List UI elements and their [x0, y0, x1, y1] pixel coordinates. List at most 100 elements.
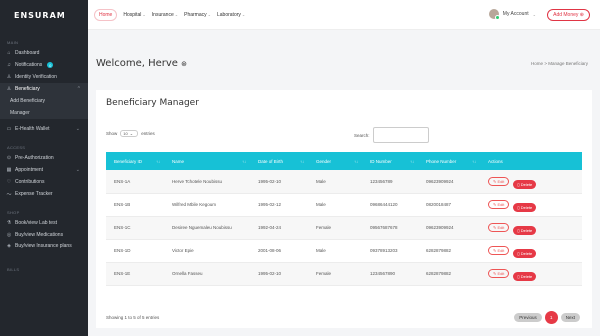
sidebar-item-add-beneficiary[interactable]: Add Beneficiary	[0, 95, 88, 107]
beneficiary-submenu: Add Beneficiary Manager	[0, 95, 88, 119]
sidebar-item-label: Beneficiary	[15, 86, 40, 92]
cell-actions: ✎ Edit▯ Delete	[480, 239, 582, 263]
edit-button[interactable]: ✎ Edit	[488, 269, 510, 278]
cell-dob: 2001-08-06	[250, 239, 308, 263]
nav-label: Insurance	[151, 11, 174, 18]
chevron-down-icon: ⌄	[532, 11, 536, 17]
cell-actions: ✎ Edit▯ Delete	[480, 170, 582, 194]
delete-button[interactable]: ▯ Delete	[513, 272, 537, 281]
edit-label: Edit	[497, 248, 505, 253]
table-header-row: Beneficiary ID ↑↓ Name ↑↓ Date of Birth ↑↓ …	[106, 152, 582, 170]
sidebar-item-manager[interactable]: Manager	[0, 107, 88, 119]
delete-button[interactable]: ▯ Delete	[513, 226, 537, 235]
breadcrumb-home[interactable]: Home	[531, 61, 543, 66]
chart-icon: 〜	[6, 191, 12, 198]
top-navbar: Home Hospital⌄ Insurance⌄ Pharmacy⌄ Labo…	[88, 0, 600, 30]
sidebar-item-contributions[interactable]: ♡ Contributions	[0, 176, 88, 188]
edit-button[interactable]: ✎ Edit	[488, 246, 510, 255]
col-beneficiary-id[interactable]: Beneficiary ID ↑↓	[106, 152, 164, 170]
trash-icon: ▯	[517, 228, 520, 233]
welcome-text: Welcome, Herve	[96, 58, 178, 69]
chevron-down-icon: ⌄	[75, 126, 80, 132]
sidebar-item-insurance-plans[interactable]: ◈ Buy/view Insurance plans	[0, 241, 88, 257]
delete-button[interactable]: ▯ Delete	[513, 179, 537, 189]
app-logo[interactable]: ENSURAM	[0, 0, 88, 30]
breadcrumb-current: Manage Beneficiary	[548, 61, 588, 66]
sidebar-item-label: Pre-Authorization	[15, 155, 54, 161]
cell-id: ENS-1C	[106, 216, 164, 240]
sort-icon: ↑↓	[472, 158, 476, 164]
sort-icon: ↑↓	[354, 158, 358, 164]
edit-button[interactable]: ✎ Edit	[488, 223, 510, 232]
cell-phone: 09623909924	[418, 170, 480, 194]
sidebar-item-beneficiary[interactable]: ♙ Beneficiary ^	[0, 83, 88, 95]
cell-name: Wilfred Mbile Kegoum	[164, 193, 250, 217]
col-date-of-birth[interactable]: Date of Birth ↑↓	[250, 152, 308, 170]
section-shop: SHOP	[7, 210, 20, 215]
account-menu[interactable]: My Account ⌄	[488, 9, 536, 20]
page-title: Welcome, Herve ⊛	[96, 58, 187, 69]
nav-pharmacy[interactable]: Pharmacy⌄	[184, 12, 211, 18]
sidebar-item-expense-tracker[interactable]: 〜 Expense Tracker	[0, 188, 88, 200]
cell-dob: 1995-02-12	[250, 193, 308, 217]
add-money-button[interactable]: Add Money ⊕	[547, 9, 590, 21]
previous-button[interactable]: Previous	[514, 313, 542, 322]
search-label: Search:	[354, 132, 370, 138]
column-label: Gender	[316, 158, 332, 164]
chevron-down-icon: ⌄	[207, 11, 211, 17]
cell-gender: Female	[308, 216, 362, 240]
cell-id: ENS-1A	[106, 170, 164, 194]
page-1-button[interactable]: 1	[544, 311, 558, 324]
flask-icon: ⚗	[6, 220, 12, 226]
edit-icon: ✎	[493, 202, 497, 207]
card-title: Beneficiary Manager	[106, 98, 199, 108]
sidebar-item-appointment[interactable]: ▦ Appointment ⌄	[0, 164, 88, 176]
delete-label: Delete	[520, 251, 533, 256]
section-main: MAIN	[7, 40, 19, 45]
delete-label: Delete	[520, 181, 533, 187]
col-name[interactable]: Name ↑↓	[164, 152, 250, 170]
sidebar-item-dashboard[interactable]: ⌂ Dashboard	[0, 47, 88, 59]
col-actions: Actions	[480, 152, 582, 170]
sort-icon: ↑↓	[156, 158, 160, 164]
edit-button[interactable]: ✎ Edit	[488, 176, 510, 186]
cell-phone: 6282879882	[418, 239, 480, 263]
nav-insurance[interactable]: Insurance⌄	[152, 12, 178, 18]
section-access: ACCESS	[7, 145, 26, 150]
sidebar-item-lab-test[interactable]: ⚗ Book/view Lab test	[0, 217, 88, 229]
entries-select[interactable]: 10 ⌄	[120, 130, 139, 137]
cell-actions: ✎ Edit▯ Delete	[480, 216, 582, 240]
delete-label: Delete	[520, 274, 533, 279]
col-gender[interactable]: Gender ↑↓	[308, 152, 362, 170]
edit-label: Edit	[497, 225, 505, 230]
nav-home[interactable]: Home	[94, 8, 118, 21]
delete-button[interactable]: ▯ Delete	[513, 249, 537, 258]
sidebar-item-identity-verification[interactable]: ♙ Identity Verification	[0, 71, 88, 83]
sidebar-item-notifications[interactable]: ♫ Notifications 0	[0, 59, 88, 71]
sidebar-item-e-health-wallet[interactable]: ▭ E-Health Wallet ⌄	[0, 123, 88, 135]
beneficiary-table: Beneficiary ID ↑↓ Name ↑↓ Date of Birth ↑↓ …	[106, 152, 582, 286]
next-button[interactable]: Next	[560, 313, 580, 322]
verified-icon: ⊛	[181, 60, 188, 68]
delete-button[interactable]: ▯ Delete	[513, 203, 537, 212]
cell-name: Victor Epie	[164, 239, 250, 263]
trash-icon: ▯	[517, 205, 520, 210]
sidebar-item-medications[interactable]: ◎ Buy/view Medications	[0, 229, 88, 241]
show-label: Show	[106, 131, 118, 136]
nav-hospital[interactable]: Hospital⌄	[123, 12, 145, 18]
pill-icon: ◎	[6, 232, 12, 238]
nav-laboratory[interactable]: Laboratory⌄	[217, 12, 245, 18]
table-row: ENS-1C Desiree Nguemaleu Noubissu 1992-0…	[106, 216, 582, 240]
search-input[interactable]	[372, 127, 429, 143]
delete-label: Delete	[520, 228, 533, 233]
cell-id: ENS-1E	[106, 262, 164, 286]
edit-icon: ✎	[493, 271, 497, 276]
edit-button[interactable]: ✎ Edit	[488, 200, 510, 209]
sidebar-item-label: Buy/view Insurance plans	[15, 243, 72, 249]
user-icon: ♙	[6, 74, 12, 80]
col-id-number[interactable]: ID Number ↑↓	[362, 152, 418, 170]
sort-icon: ↑↓	[410, 158, 414, 164]
sidebar-item-pre-authorization[interactable]: ⊙ Pre-Authorization	[0, 152, 88, 164]
cell-phone: 6282879882	[418, 262, 480, 286]
col-phone-number[interactable]: Phone Number ↑↓	[418, 152, 480, 170]
